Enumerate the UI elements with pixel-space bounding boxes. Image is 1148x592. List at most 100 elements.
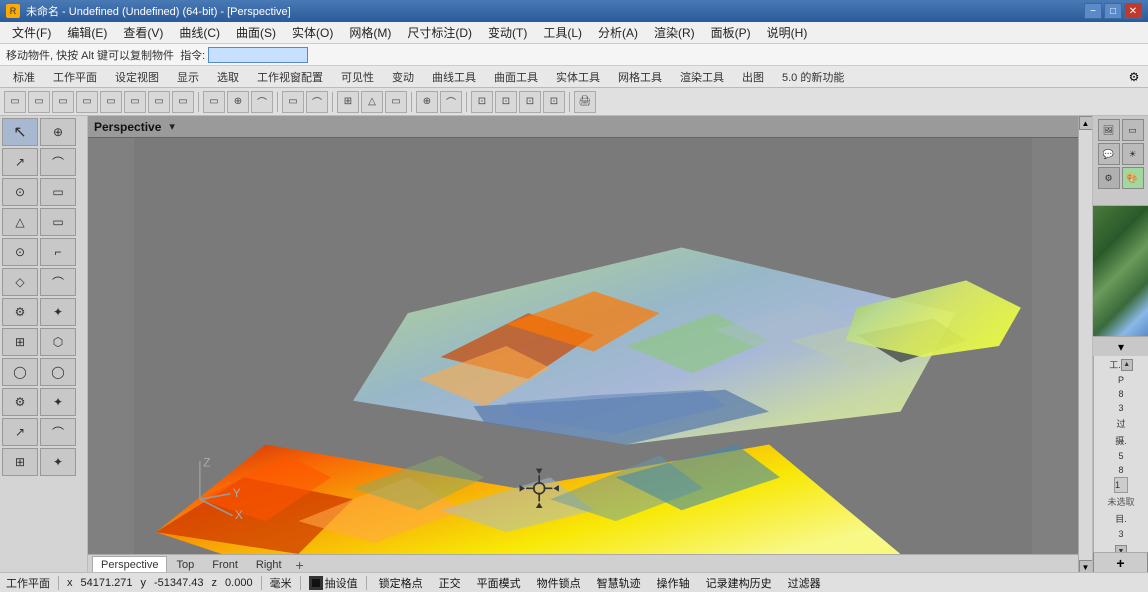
hex-tool[interactable]: ⬡: [40, 328, 76, 356]
settings-icon[interactable]: ⚙: [1098, 167, 1120, 189]
color-wheel-icon[interactable]: 🎨: [1122, 167, 1144, 189]
toolbar-icon[interactable]: ⊕: [227, 91, 249, 113]
fillet-tool[interactable]: ◇: [2, 268, 38, 296]
toolbar-tab-工作视窗配置[interactable]: 工作视窗配置: [248, 66, 332, 88]
arc-tool[interactable]: ⌒: [40, 148, 76, 176]
gumball-button[interactable]: 操作轴: [653, 575, 694, 591]
ortho-button[interactable]: 正交: [435, 575, 465, 591]
solid-tool[interactable]: ⌐: [40, 238, 76, 266]
toolbar-icon[interactable]: ⌒: [306, 91, 328, 113]
mesh-tool[interactable]: ⚙: [2, 298, 38, 326]
toolbar-tab-显示[interactable]: 显示: [168, 66, 208, 88]
toolbar-icon[interactable]: ⊞: [337, 91, 359, 113]
menu-item-工具L[interactable]: 工具(L): [535, 22, 590, 43]
toolbar-tab-设定视图[interactable]: 设定视图: [106, 66, 168, 88]
toolbar-tab-标准[interactable]: 标准: [4, 66, 44, 88]
toolbar-tab-5.0 的新功能[interactable]: 5.0 的新功能: [773, 66, 853, 88]
toolbar-icon[interactable]: ▭: [28, 91, 50, 113]
more-tools[interactable]: ⊞: [2, 448, 38, 476]
menu-item-查看V[interactable]: 查看(V): [115, 22, 171, 43]
add-panel-button[interactable]: +: [1093, 552, 1148, 574]
lock-grid-button[interactable]: 锁定格点: [375, 575, 427, 591]
menu-item-编辑E[interactable]: 编辑(E): [59, 22, 115, 43]
viewport-dropdown-arrow[interactable]: ▾: [169, 120, 175, 133]
toolbar-tab-网格工具[interactable]: 网格工具: [609, 66, 671, 88]
toolbar-icon[interactable]: ▭: [282, 91, 304, 113]
toolbar-tab-曲线工具[interactable]: 曲线工具: [423, 66, 485, 88]
toolbar-icon[interactable]: ⌒: [440, 91, 462, 113]
panel-scroll-up[interactable]: ▲: [1121, 359, 1133, 371]
curve-tool[interactable]: ↗: [2, 148, 38, 176]
command-input[interactable]: [208, 47, 308, 63]
viewport-tab-Right[interactable]: Right: [247, 556, 291, 574]
viewport-tool[interactable]: ↗: [2, 418, 38, 446]
toolbar-icon[interactable]: ▭: [203, 91, 225, 113]
toolbar-icon[interactable]: ⊡: [519, 91, 541, 113]
display-panel-icon[interactable]: ▭: [1122, 119, 1144, 141]
toolbar-icon[interactable]: ⊡: [495, 91, 517, 113]
analysis-tool[interactable]: ⚙: [2, 388, 38, 416]
blend-tool[interactable]: ⌒: [40, 268, 76, 296]
toolbar-icon[interactable]: ▭: [76, 91, 98, 113]
toolbar-icon[interactable]: ▭: [52, 91, 74, 113]
toolbar-icon[interactable]: ⊡: [471, 91, 493, 113]
poly-tool[interactable]: △: [2, 208, 38, 236]
close-button[interactable]: ✕: [1124, 3, 1142, 19]
select-tool[interactable]: ↖: [2, 118, 38, 146]
circle-tool[interactable]: ⊙: [2, 178, 38, 206]
viewport-scrollbar[interactable]: ▲ ▼: [1078, 116, 1092, 574]
render-tool[interactable]: ✦: [40, 388, 76, 416]
viewport-tab-Perspective[interactable]: Perspective: [92, 556, 167, 574]
viewport-tab-Top[interactable]: Top: [167, 556, 203, 574]
toolbar-icon[interactable]: ▭: [124, 91, 146, 113]
dim-tool[interactable]: ◯: [2, 358, 38, 386]
toolbar-tab-可见性[interactable]: 可见性: [332, 66, 383, 88]
render-panel-icon[interactable]: 🖼: [1098, 119, 1120, 141]
toolbar-icon[interactable]: ▭: [172, 91, 194, 113]
extra-tools[interactable]: ✦: [40, 448, 76, 476]
menu-item-渲染R[interactable]: 渲染(R): [646, 22, 703, 43]
toolbar-tab-实体工具[interactable]: 实体工具: [547, 66, 609, 88]
menu-item-变动T[interactable]: 变动(T): [480, 22, 535, 43]
notes-panel-icon[interactable]: 💬: [1098, 143, 1120, 165]
toolbar-icon[interactable]: ▭: [4, 91, 26, 113]
toolbar-icon[interactable]: ⌒: [251, 91, 273, 113]
toolbar-icon[interactable]: ▭: [385, 91, 407, 113]
scroll-up-button[interactable]: ▲: [1079, 116, 1093, 130]
add-viewport-tab-button[interactable]: +: [291, 556, 309, 574]
smart-track-button[interactable]: 智慧轨迹: [593, 575, 645, 591]
menu-item-曲线C[interactable]: 曲线(C): [171, 22, 228, 43]
toolbar-tab-选取[interactable]: 选取: [208, 66, 248, 88]
toolbar-icon[interactable]: ⊕: [416, 91, 438, 113]
toolbar-icon[interactable]: ▭: [148, 91, 170, 113]
snap-tool[interactable]: ⌒: [40, 418, 76, 446]
maximize-button[interactable]: □: [1104, 3, 1122, 19]
scroll-track[interactable]: [1079, 130, 1093, 560]
toolbar-tab-渲染工具[interactable]: 渲染工具: [671, 66, 733, 88]
panel-scroll-down[interactable]: ▼: [1115, 545, 1127, 552]
settings-button[interactable]: ⚙: [1124, 67, 1144, 87]
planar-mode-button[interactable]: 平面模式: [473, 575, 525, 591]
toolbar-tab-出图[interactable]: 出图: [733, 66, 773, 88]
menu-item-说明H[interactable]: 说明(H): [759, 22, 816, 43]
menu-item-网格M[interactable]: 网格(M): [341, 22, 399, 43]
text-tool[interactable]: ◯: [40, 358, 76, 386]
menu-item-曲面S[interactable]: 曲面(S): [228, 22, 284, 43]
move-tool[interactable]: ⊕: [40, 118, 76, 146]
box-tool[interactable]: ▭: [40, 208, 76, 236]
toolbar-tab-工作平面[interactable]: 工作平面: [44, 66, 106, 88]
viewport-tab-Front[interactable]: Front: [203, 556, 247, 574]
filter-button[interactable]: 过滤器: [784, 575, 825, 591]
toolbar-icon[interactable]: ⊡: [543, 91, 565, 113]
sun-panel-icon[interactable]: ☀: [1122, 143, 1144, 165]
grid-tool[interactable]: ⊞: [2, 328, 38, 356]
minimize-button[interactable]: −: [1084, 3, 1102, 19]
toolbar-tab-变动[interactable]: 变动: [383, 66, 423, 88]
rect-tool[interactable]: ▭: [40, 178, 76, 206]
expand-panel-button[interactable]: ▾: [1093, 336, 1148, 356]
object-snap-button[interactable]: 物件锁点: [533, 575, 585, 591]
toolbar-icon[interactable]: 🖨: [574, 91, 596, 113]
menu-item-实体O[interactable]: 实体(O): [284, 22, 341, 43]
toolbar-icon[interactable]: △: [361, 91, 383, 113]
surface-tool[interactable]: ⊙: [2, 238, 38, 266]
